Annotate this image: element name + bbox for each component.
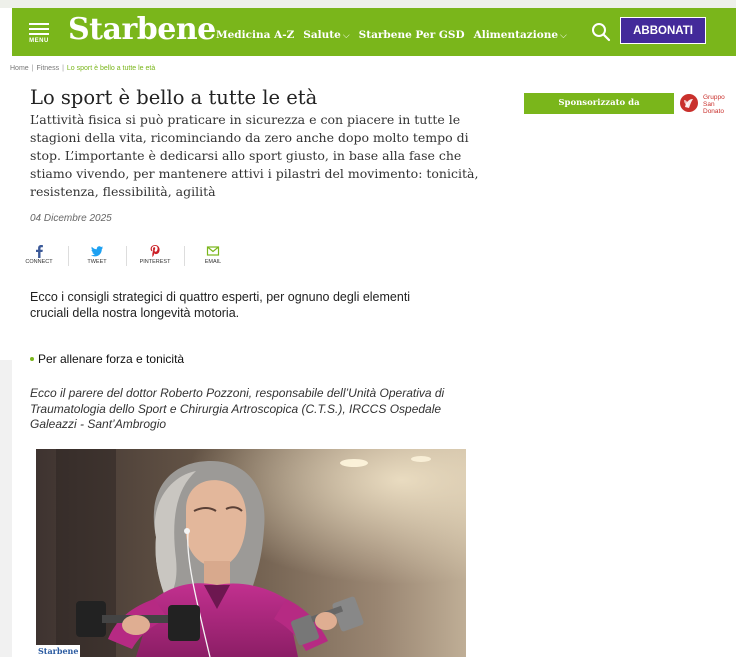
- share-divider: [126, 246, 127, 266]
- share-label: EMAIL: [204, 259, 222, 265]
- twitter-icon: [91, 246, 103, 257]
- subscribe-button[interactable]: ABBONATI: [620, 17, 706, 44]
- share-label: PINTEREST: [139, 259, 171, 265]
- breadcrumb-fitness[interactable]: Fitness: [37, 65, 60, 72]
- email-icon: [206, 246, 220, 256]
- section-heading: Per allenare forza e tonicità: [30, 352, 184, 366]
- sponsor-logo-icon: [680, 94, 698, 112]
- sponsor-logo[interactable]: Gruppo San Donato: [680, 93, 736, 115]
- photo-watermark: Starbene: [36, 645, 81, 657]
- chevron-down-icon: ⌵: [560, 31, 567, 41]
- expert-quote: Ecco il parere del dottor Roberto Pozzon…: [30, 386, 445, 431]
- share-divider: [184, 246, 185, 266]
- share-label: CONNECT: [25, 259, 53, 265]
- breadcrumb-current[interactable]: Lo sport è bello a tutte le età: [67, 65, 155, 72]
- menu-bar: [29, 33, 49, 35]
- sponsored-badge: Sponsorizzato da: [524, 93, 674, 114]
- gym-photo-illustration: [36, 449, 466, 657]
- nav-item-alimentazione[interactable]: Alimentazione ⌵: [474, 29, 567, 41]
- breadcrumb-separator: |: [31, 65, 34, 72]
- breadcrumb-separator: |: [62, 65, 64, 72]
- nav-item-label: Starbene Per GSD: [358, 29, 465, 41]
- share-email-button[interactable]: EMAIL: [196, 244, 230, 265]
- nav-item-starbene-gsd[interactable]: Starbene Per GSD: [359, 29, 465, 41]
- share-divider: [68, 246, 69, 266]
- breadcrumb-home[interactable]: Home: [10, 65, 29, 72]
- section-heading-text: Per allenare forza e tonicità: [38, 352, 185, 366]
- nav-item-label: Salute: [303, 29, 341, 41]
- nav-item-medicina[interactable]: Medicina A-Z: [216, 29, 294, 41]
- article-date: 04 Dicembre 2025: [30, 213, 112, 224]
- page: MENU Starbene Medicina A-Z Salute ⌵ Starben…: [0, 0, 736, 657]
- search-icon: [592, 23, 611, 42]
- nav-item-label: Medicina A-Z: [216, 29, 295, 41]
- facebook-icon: [36, 245, 43, 258]
- article-title: Lo sport è bello a tutte le età: [30, 86, 318, 109]
- article-subtitle: L’attività fisica si può praticare in si…: [30, 112, 479, 199]
- chevron-down-icon: ⌵: [342, 31, 350, 41]
- share-label: TWEET: [87, 259, 107, 265]
- menu-button[interactable]: MENU: [27, 21, 51, 47]
- nav-item-salute[interactable]: Salute ⌵: [303, 29, 349, 41]
- menu-bar: [29, 23, 49, 25]
- site-header: MENU Starbene Medicina A-Z Salute ⌵ Starben…: [12, 8, 736, 56]
- nav-item-label: Alimentazione: [473, 29, 559, 41]
- top-strip: [0, 0, 736, 8]
- share-pinterest-button[interactable]: PINTEREST: [138, 244, 172, 265]
- left-gutter: [0, 360, 12, 657]
- menu-bar: [29, 28, 49, 30]
- share-facebook-button[interactable]: CONNECT: [22, 244, 56, 265]
- share-twitter-button[interactable]: TWEET: [80, 244, 114, 265]
- pinterest-icon: [150, 245, 160, 257]
- search-button[interactable]: [590, 21, 612, 43]
- site-logo[interactable]: Starbene: [68, 12, 216, 47]
- bullet-icon: [30, 357, 34, 361]
- article-photo[interactable]: Starbene: [36, 449, 466, 657]
- menu-label: MENU: [29, 38, 49, 44]
- sponsor-logo-text: Gruppo San Donato: [703, 94, 736, 115]
- article-intro: Ecco i consigli strategici di quattro es…: [30, 290, 411, 320]
- sponsor-logo-line: San Donato: [703, 101, 724, 115]
- breadcrumb: Home | Fitness | Lo sport è bello a tutte le…: [10, 65, 155, 72]
- sponsor-logo-line: Gruppo: [703, 94, 725, 101]
- main-nav: Medicina A-Z Salute ⌵ Starbene Per GSD Alime…: [216, 25, 576, 41]
